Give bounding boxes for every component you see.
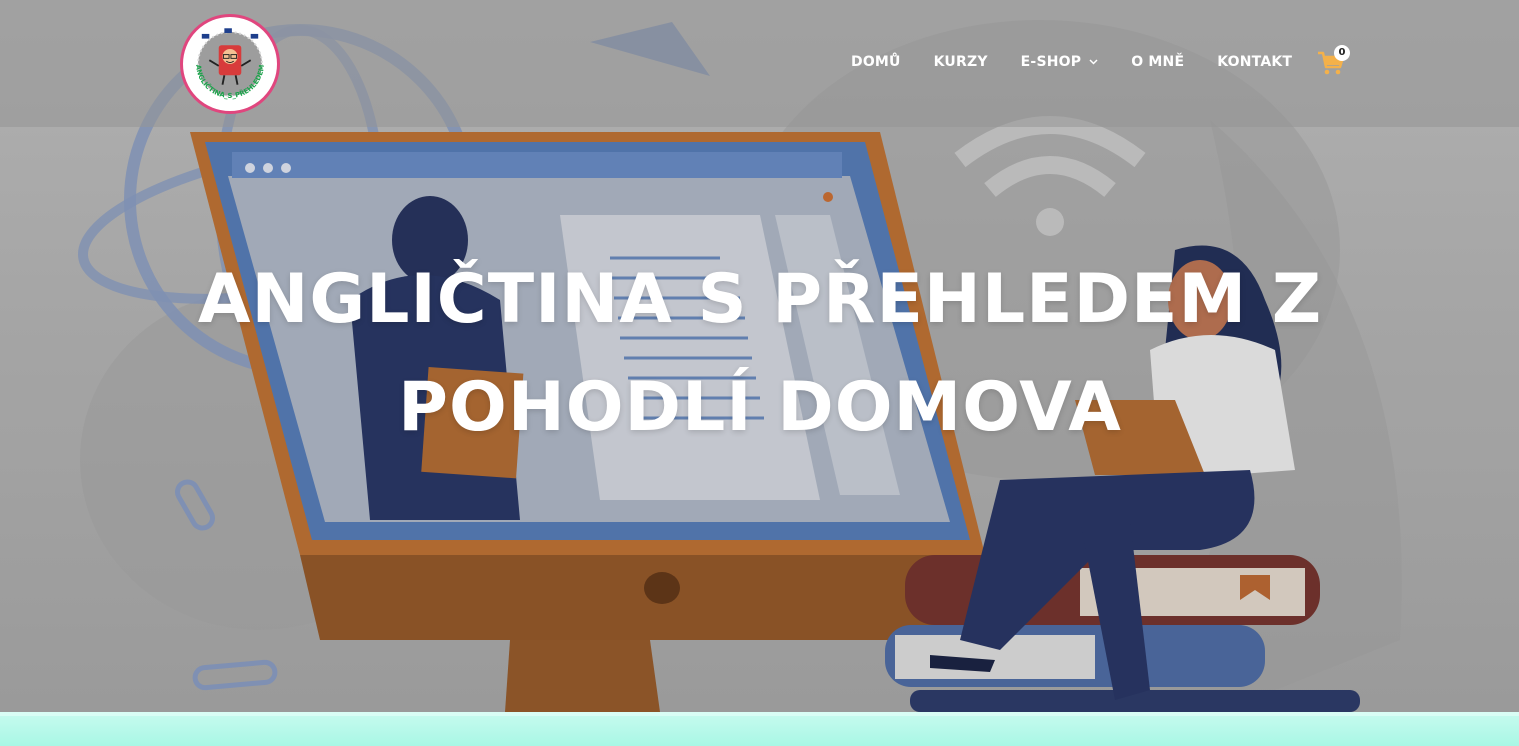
chevron-down-icon: [1089, 57, 1098, 68]
nav-item-label: DOMŮ: [851, 54, 901, 70]
hero-headline-line2: POHODLÍ DOMOVA: [398, 368, 1122, 447]
main-nav: DOMŮ KURZY E-SHOP O MNĚ KONTAKT: [851, 50, 1292, 74]
nav-item-label: O MNĚ: [1131, 54, 1185, 70]
nav-item-domu[interactable]: DOMŮ: [851, 54, 901, 70]
cart-count-badge: 0: [1334, 45, 1350, 61]
section-divider-band: [0, 712, 1519, 746]
nav-item-label: KURZY: [933, 54, 988, 70]
nav-item-label: KONTAKT: [1217, 54, 1293, 70]
hero-headline-line1: ANGLIČTINA S PŘEHLEDEM Z: [197, 260, 1323, 339]
hero-headline: ANGLIČTINA S PŘEHLEDEM Z POHODLÍ DOMOVA: [150, 246, 1370, 462]
nav-item-kurzy[interactable]: KURZY: [934, 54, 988, 70]
nav-item-kontakt[interactable]: KONTAKT: [1217, 54, 1292, 70]
nav-item-label: E-SHOP: [1020, 54, 1082, 70]
nav-item-o-mne[interactable]: O MNĚ: [1131, 54, 1184, 70]
mascot-book-logo-icon: ANGLIČTINA_S_PŘEHLEDEM: [185, 19, 275, 109]
nav-item-eshop[interactable]: E-SHOP: [1021, 54, 1099, 70]
site-logo[interactable]: ANGLIČTINA_S_PŘEHLEDEM: [180, 14, 280, 114]
